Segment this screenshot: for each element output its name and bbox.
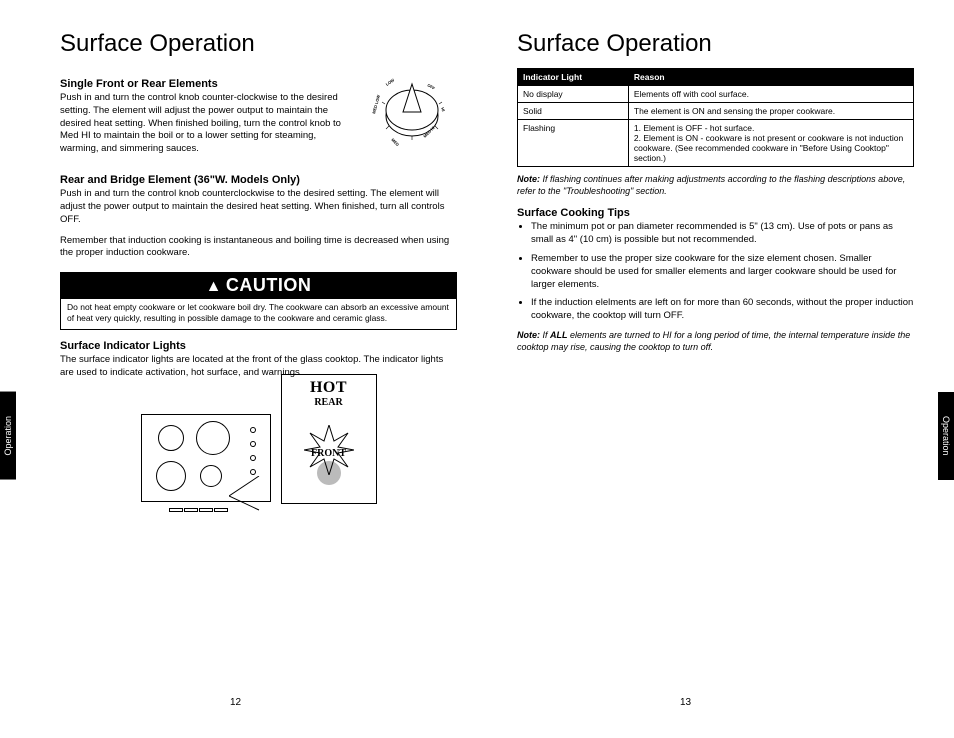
page-title-left: Surface Operation [60,30,457,58]
caution-header: ▲CAUTION [61,273,456,299]
knob-column [250,427,256,475]
body-indicator-lights: The surface indicator lights are located… [60,354,457,380]
caution-box: ▲CAUTION Do not heat empty cookware or l… [60,272,457,330]
warning-icon: ▲ [206,278,222,295]
caution-body: Do not heat empty cookware or let cookwa… [61,299,456,329]
page-title-right: Surface Operation [517,30,914,58]
knob-illustration: OFF HI MED HI MED MED LOW LOW [367,68,457,164]
cell-reason: 1. Element is OFF - hot surface. 2. Elem… [628,120,913,167]
note-lead: Note: [517,174,540,184]
cell-indicator: No display [518,86,629,103]
table-header-indicator: Indicator Light [518,69,629,86]
cell-indicator: Solid [518,103,629,120]
page-spread: Surface Operation Single Front or Rear E… [0,0,954,528]
cell-reason: The element is ON and sensing the proper… [628,103,913,120]
page-number-left: 12 [230,697,241,708]
knob-label-off: OFF [427,83,437,92]
list-item: The minimum pot or pan diameter recommen… [531,221,914,247]
list-item: Remember to use the proper size cookware… [531,253,914,291]
heading-single-elements: Single Front or Rear Elements [60,78,357,90]
note-body: If flashing continues after making adjus… [517,174,905,196]
right-page: Surface Operation Indicator Light Reason… [517,30,914,508]
burner-icon [200,465,222,487]
caution-label: CAUTION [226,275,312,295]
cell-indicator: Flashing [518,120,629,167]
body-rear-bridge-1: Push in and turn the control knob counte… [60,188,457,226]
knob-label-medlow: MED LOW [371,94,381,114]
table-row: No display Elements off with cool surfac… [518,86,914,103]
heading-cooking-tips: Surface Cooking Tips [517,207,914,219]
knob-label-low: LOW [385,77,396,87]
note-bold-all: ALL [550,330,568,340]
burner-icon [158,425,184,451]
table-row: Flashing 1. Element is OFF - hot surface… [518,120,914,167]
tips-list: The minimum pot or pan diameter recommen… [517,221,914,323]
callout-hot-label: HOT [282,379,376,397]
side-tab-left: Operation [0,392,16,480]
body-single-elements: Push in and turn the control knob counte… [60,92,357,156]
indicator-light-table: Indicator Light Reason No display Elemen… [517,68,914,167]
knob-label-med: MED [390,137,400,147]
left-page: Surface Operation Single Front or Rear E… [60,30,457,508]
page-number-right: 13 [680,697,691,708]
callout-rear-label: REAR [282,397,376,408]
knob-label-hi: HI [440,107,446,112]
note-all-hi: Note: If ALL elements are turned to HI f… [517,329,914,353]
note-flashing: Note: If flashing continues after making… [517,173,914,197]
cooktop-diagram: HOT REAR FRONT [60,394,457,508]
burner-icon [156,461,186,491]
indicator-callout: HOT REAR FRONT [281,374,377,504]
table-row: Solid The element is ON and sensing the … [518,103,914,120]
starburst-icon [304,425,354,475]
table-header-reason: Reason [628,69,913,86]
cell-reason: Elements off with cool surface. [628,86,913,103]
callout-leader-line [229,476,289,516]
note-body: elements are turned to HI for a long per… [517,330,910,352]
note-lead: Note: [517,330,540,340]
heading-rear-bridge: Rear and Bridge Element (36"W. Models On… [60,174,457,186]
side-tab-right: Operation [938,392,954,480]
body-rear-bridge-2: Remember that induction cooking is insta… [60,235,457,261]
list-item: If the induction elelments are left on f… [531,297,914,323]
heading-indicator-lights: Surface Indicator Lights [60,340,457,352]
burner-icon [196,421,230,455]
